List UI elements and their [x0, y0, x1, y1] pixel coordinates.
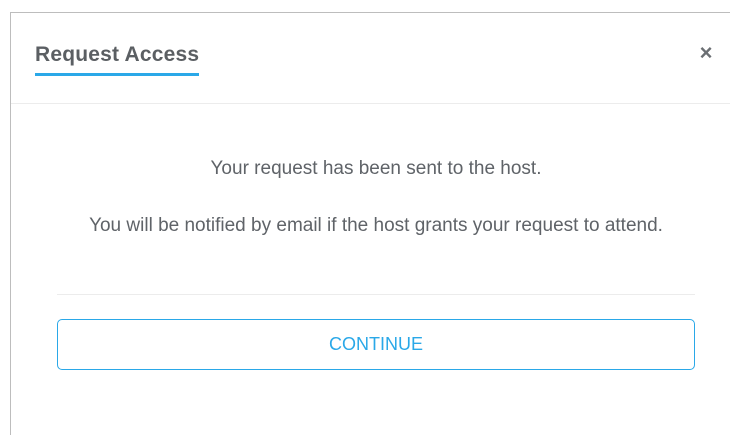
dialog-title: Request Access: [35, 43, 200, 76]
close-button[interactable]: ×: [694, 41, 718, 65]
request-access-dialog: Request Access × Your request has been s…: [10, 12, 730, 435]
divider: [57, 294, 695, 295]
confirmation-message: Your request has been sent to the host.: [210, 158, 542, 179]
notification-message: You will be notified by email if the hos…: [89, 215, 663, 236]
close-icon[interactable]: ×: [700, 40, 713, 65]
continue-button[interactable]: CONTINUE: [57, 319, 695, 370]
dialog-header: Request Access ×: [11, 13, 730, 104]
